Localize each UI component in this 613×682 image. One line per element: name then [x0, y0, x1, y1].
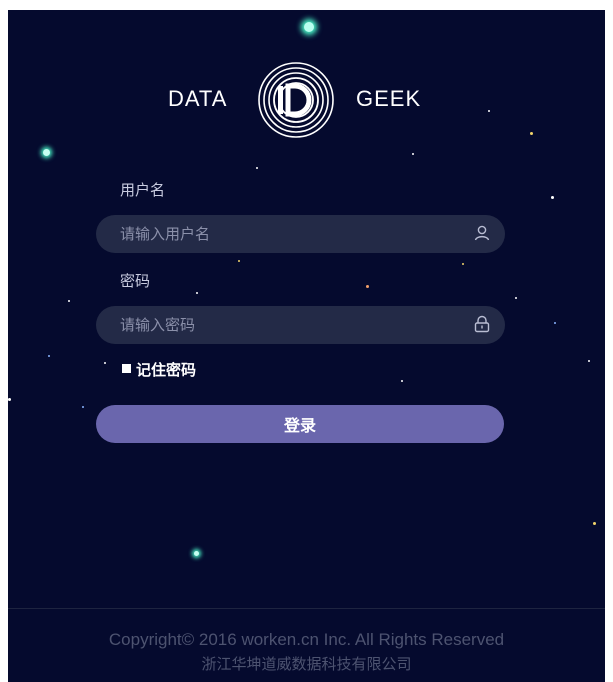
star-dot — [412, 153, 414, 155]
password-input[interactable] — [96, 306, 480, 344]
star-dot — [551, 196, 554, 199]
logo-text-right: GEEK — [356, 86, 422, 111]
password-label: 密码 — [120, 272, 151, 290]
lock-icon — [474, 315, 490, 333]
remember-password-checkbox[interactable] — [122, 364, 131, 373]
login-button[interactable]: 登录 — [96, 405, 504, 443]
footer-copyright: Copyright© 2016 worken.cn Inc. All Right… — [108, 630, 505, 649]
login-page-background: DATA GEEK 用户名 密码 记住密码 登录 — [8, 10, 605, 682]
user-icon — [474, 225, 490, 241]
star-dot — [256, 167, 258, 169]
glowing-star — [304, 22, 314, 32]
concentric-circles-d-logo-icon — [258, 62, 334, 138]
username-label: 用户名 — [120, 181, 166, 199]
star-dot — [515, 297, 517, 299]
star-dot — [530, 132, 533, 135]
star-dot — [366, 285, 369, 288]
star-dot — [104, 362, 106, 364]
glowing-star — [194, 551, 199, 556]
username-field-wrapper — [96, 215, 505, 253]
footer-divider — [8, 608, 605, 609]
star-dot — [68, 300, 70, 302]
star-dot — [196, 292, 198, 294]
star-dot — [48, 355, 50, 357]
star-dot — [488, 110, 490, 112]
star-dot — [593, 522, 596, 525]
glowing-star — [43, 149, 50, 156]
star-dot — [401, 380, 403, 382]
username-input[interactable] — [96, 215, 480, 253]
logo-text-left: DATA — [168, 86, 228, 111]
star-dot — [82, 406, 84, 408]
remember-password-option[interactable]: 记住密码 — [122, 359, 196, 379]
password-field-wrapper — [96, 306, 505, 344]
star-dot — [238, 260, 240, 262]
star-dot — [8, 398, 11, 401]
remember-password-label: 记住密码 — [136, 361, 197, 379]
footer-company-name: 浙江华坤道威数据科技有限公司 — [201, 655, 412, 673]
star-dot — [588, 360, 590, 362]
star-dot — [462, 263, 464, 265]
star-dot — [554, 322, 556, 324]
brand-logo: DATA GEEK — [168, 60, 448, 140]
